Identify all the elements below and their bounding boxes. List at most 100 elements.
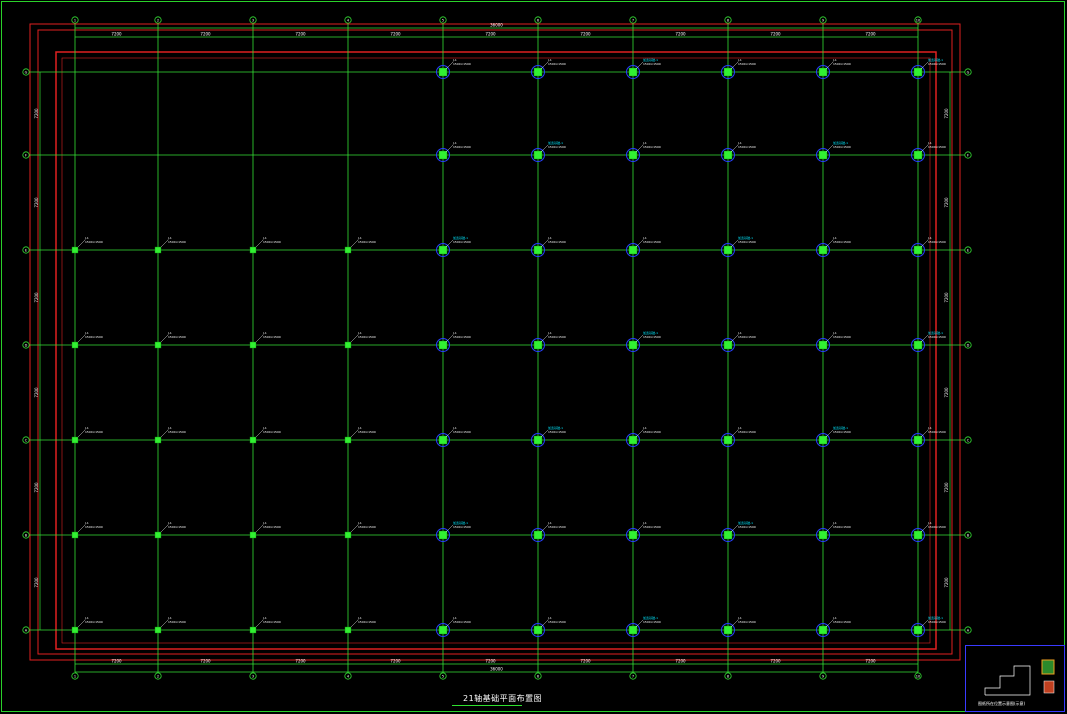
dim-text-span: 7200	[34, 482, 39, 493]
column-footing	[913, 530, 923, 540]
label-leader	[77, 619, 86, 628]
column-footing	[913, 245, 923, 255]
label-leader	[825, 239, 834, 248]
label-leader	[160, 334, 169, 343]
label-leader	[920, 619, 929, 628]
dim-text-overall: 36000	[490, 667, 503, 672]
axis-label-v: 7	[632, 18, 634, 22]
label-leader	[255, 334, 264, 343]
footing-size-label: 1500×1500	[738, 62, 756, 66]
dim-text-span: 7200	[944, 292, 949, 303]
middle-border	[37, 29, 953, 655]
axis-label-v: 8	[727, 18, 729, 22]
dim-text-span: 7200	[944, 387, 949, 398]
axis-label-v: 1	[74, 674, 76, 678]
column-footing	[628, 340, 638, 350]
label-leader	[730, 239, 739, 248]
column-footing	[913, 340, 923, 350]
label-leader	[445, 334, 454, 343]
column-footing	[344, 246, 352, 254]
label-leader	[445, 61, 454, 70]
dim-text-bay: 7200	[295, 32, 306, 37]
dim-text-bay: 7200	[200, 32, 211, 37]
footing-size-label: 1500×1500	[643, 430, 661, 434]
dim-text-overall: 36000	[490, 23, 503, 28]
label-leader	[445, 239, 454, 248]
footing-size-label: 1500×1500	[833, 145, 851, 149]
column-footing	[818, 530, 828, 540]
label-leader	[445, 524, 454, 533]
footing-size-label: 1500×1500	[85, 240, 103, 244]
column-footing	[628, 150, 638, 160]
footing-size-label: 1500×1500	[643, 145, 661, 149]
column-footing	[249, 246, 257, 254]
column-footing	[628, 435, 638, 445]
label-leader	[825, 334, 834, 343]
column-footing	[818, 150, 828, 160]
column-footing	[533, 67, 543, 77]
column-footing	[344, 341, 352, 349]
axis-label-v: 9	[822, 18, 824, 22]
label-leader	[77, 429, 86, 438]
column-footing	[154, 246, 162, 254]
dim-text-span: 7200	[34, 108, 39, 119]
label-leader	[255, 524, 264, 533]
footing-size-label: 1500×1500	[168, 525, 186, 529]
footing-size-label: 1500×1500	[548, 335, 566, 339]
column-footing	[249, 626, 257, 634]
axis-label-h: G	[25, 70, 28, 74]
footing-size-label: 1500×1500	[738, 335, 756, 339]
axis-label-v: 8	[727, 674, 729, 678]
label-leader	[540, 619, 549, 628]
drawing-title: 21轴基础平面布置图	[463, 694, 543, 703]
label-leader	[730, 429, 739, 438]
label-leader	[350, 524, 359, 533]
column-footing	[533, 435, 543, 445]
footing-size-label: 1500×1500	[928, 240, 946, 244]
label-leader	[730, 61, 739, 70]
footing-size-label: 1500×1500	[928, 620, 946, 624]
axis-label-v: 10	[916, 674, 920, 678]
title-underline	[452, 705, 522, 706]
footing-size-label: 1500×1500	[168, 240, 186, 244]
column-footing	[628, 530, 638, 540]
axis-label-v: 6	[537, 674, 539, 678]
column-footing	[723, 67, 733, 77]
footing-size-label: 1500×1500	[85, 430, 103, 434]
label-leader	[825, 524, 834, 533]
axis-label-h: G	[967, 70, 970, 74]
axis-label-v: 6	[537, 18, 539, 22]
column-footing	[249, 341, 257, 349]
column-footing	[723, 530, 733, 540]
footing-size-label: 1500×1500	[738, 145, 756, 149]
column-footing	[628, 625, 638, 635]
footing-size-label: 1500×1500	[358, 620, 376, 624]
axis-label-v: 10	[916, 18, 920, 22]
footing-size-label: 1500×1500	[358, 240, 376, 244]
footing-size-label: 1500×1500	[643, 335, 661, 339]
dim-text-span: 7200	[34, 577, 39, 588]
label-leader	[825, 61, 834, 70]
column-footing	[533, 245, 543, 255]
label-leader	[255, 429, 264, 438]
label-leader	[77, 334, 86, 343]
column-footing	[533, 530, 543, 540]
footing-size-label: 1500×1500	[738, 240, 756, 244]
column-footing	[438, 67, 448, 77]
label-leader	[540, 144, 549, 153]
dim-text-span: 7200	[34, 292, 39, 303]
footing-size-label: 1500×1500	[833, 430, 851, 434]
column-footing	[818, 67, 828, 77]
label-leader	[635, 524, 644, 533]
footing-size-label: 1500×1500	[453, 525, 471, 529]
column-footing	[818, 625, 828, 635]
column-footing	[71, 626, 79, 634]
footing-size-label: 1500×1500	[833, 525, 851, 529]
footing-size-label: 1500×1500	[738, 620, 756, 624]
axis-label-h: F	[967, 153, 969, 157]
dim-text-span: 7200	[34, 387, 39, 398]
axis-label-v: 3	[252, 674, 254, 678]
label-leader	[255, 239, 264, 248]
column-footing	[818, 435, 828, 445]
axis-label-v: 1	[74, 18, 76, 22]
